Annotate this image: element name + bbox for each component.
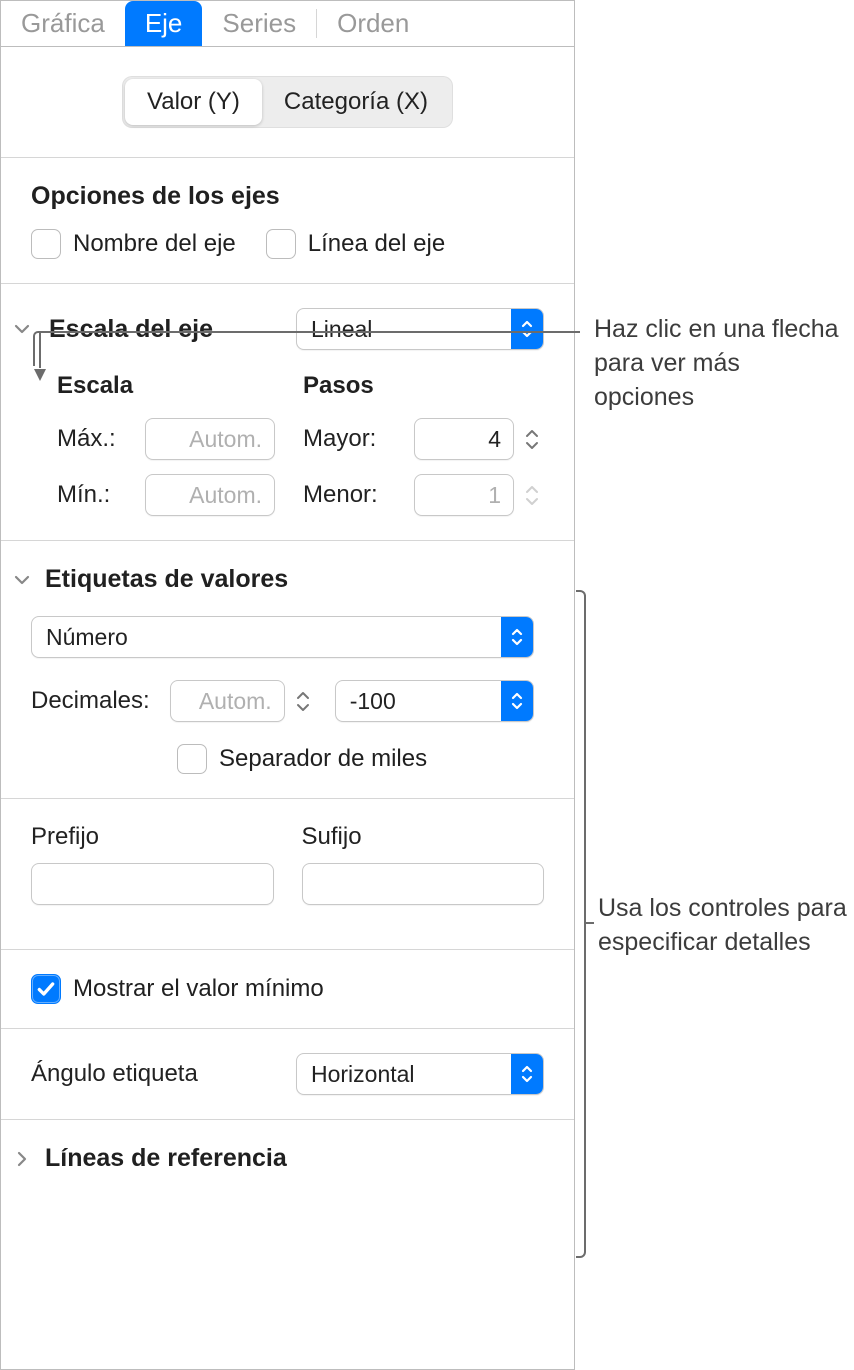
max-label: Máx.: [57,425,116,453]
negative-format-select[interactable]: -100 [335,680,534,722]
checkbox-icon [31,974,61,1004]
axis-segmented: Valor (Y) Categoría (X) [122,76,453,128]
segment-value-y[interactable]: Valor (Y) [125,79,262,125]
axis-options-title: Opciones de los ejes [31,182,544,211]
arrowhead-icon [33,366,47,382]
value-labels-header: Etiquetas de valores [45,565,288,594]
disclosure-arrow-icon[interactable] [13,1150,31,1168]
callout-controls-text: Usa los controles para especificar detal… [598,892,848,960]
select-value: Horizontal [311,1061,415,1088]
checkbox-label: Separador de miles [219,745,427,773]
format-tabs: Gráfica Eje Series Orden [1,1,574,47]
prefix-label: Prefijo [31,823,274,851]
disclosure-arrow-icon[interactable] [13,571,31,589]
disclosure-arrow-icon[interactable] [13,320,31,338]
axis-subtab-row: Valor (Y) Categoría (X) [1,47,574,158]
chevron-updown-icon [501,681,533,721]
steps-label: Pasos [303,372,544,400]
scale-column: Escala Máx.: Mín.: [57,372,275,516]
min-label: Mín.: [57,481,110,509]
checkbox-show-min-value[interactable]: Mostrar el valor mínimo [31,974,544,1004]
checkbox-label: Línea del eje [308,230,445,258]
label-angle-label: Ángulo etiqueta [31,1060,198,1088]
steps-column: Pasos Mayor: Menor: [303,372,544,516]
checkbox-axis-name[interactable]: Nombre del eje [31,229,236,259]
checkbox-label: Nombre del eje [73,230,236,258]
callout-leader-line [33,331,580,366]
checkbox-thousands-sep[interactable]: Separador de miles [21,744,544,774]
stepper-decimals[interactable] [291,680,315,722]
callout-bracket [576,590,586,1258]
label-angle-select[interactable]: Horizontal [296,1053,544,1095]
scale-label: Escala [57,372,275,400]
decimals-input[interactable] [170,680,285,722]
chevron-updown-icon [511,1054,543,1094]
value-labels-section: Etiquetas de valores Número Decimales: -… [1,541,574,799]
checkbox-label: Mostrar el valor mínimo [73,975,324,1003]
axis-scale-section: Escala del eje Lineal Escala Máx.: Mín.: [1,284,574,541]
value-format-select[interactable]: Número [31,616,534,658]
reference-lines-section: Líneas de referencia [1,1120,574,1197]
checkbox-axis-line[interactable]: Línea del eje [266,229,445,259]
select-value: Número [46,624,128,651]
prefix-input[interactable] [31,863,274,905]
tab-series[interactable]: Series [202,1,316,46]
stepper-minor[interactable] [520,474,544,516]
callout-leader-line [586,922,594,924]
reference-lines-header: Líneas de referencia [45,1144,287,1173]
minor-input[interactable] [414,474,514,516]
checkbox-icon [31,229,61,259]
select-value: -100 [350,688,396,715]
suffix-input[interactable] [302,863,545,905]
minor-label: Menor: [303,481,378,509]
segment-category-x[interactable]: Categoría (X) [262,79,450,125]
max-input[interactable] [145,418,275,460]
tab-chart[interactable]: Gráfica [1,1,125,46]
suffix-label: Sufijo [302,823,545,851]
major-input[interactable] [414,418,514,460]
checkbox-icon [266,229,296,259]
checkbox-icon [177,744,207,774]
decimals-label: Decimales: [31,687,150,715]
show-min-value-section: Mostrar el valor mínimo [1,950,574,1029]
tab-order[interactable]: Orden [317,1,429,46]
min-input[interactable] [145,474,275,516]
tab-axis[interactable]: Eje [125,1,203,46]
callout-arrow-text: Haz clic en una flecha para ver más opci… [594,313,844,414]
prefix-suffix-section: Prefijo Sufijo [1,799,574,950]
axis-options-section: Opciones de los ejes Nombre del eje Líne… [1,158,574,284]
major-label: Mayor: [303,425,376,453]
chevron-updown-icon [501,617,533,657]
label-angle-section: Ángulo etiqueta Horizontal [1,1029,574,1120]
stepper-major[interactable] [520,418,544,460]
